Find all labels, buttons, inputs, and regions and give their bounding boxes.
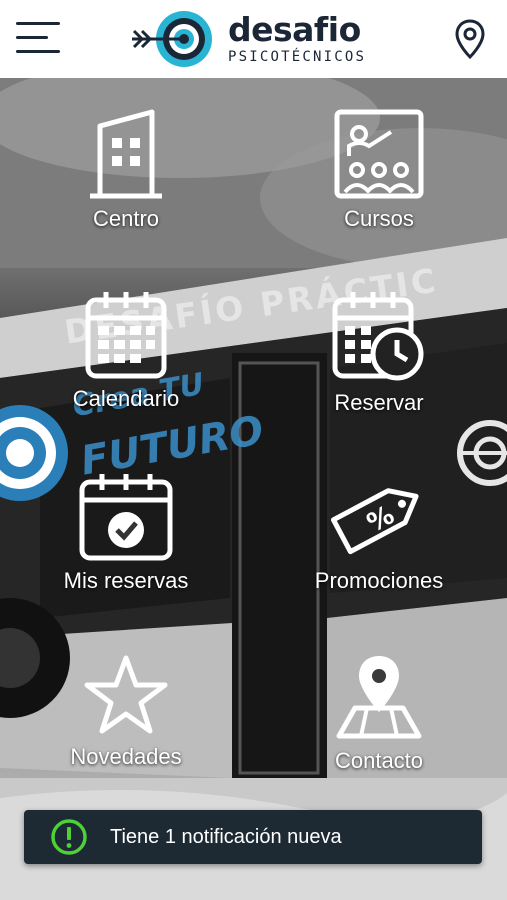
tile-promociones[interactable]: % Promociones xyxy=(279,470,479,594)
tile-calendario[interactable]: Calendario xyxy=(26,288,226,412)
notification-text: Tiene 1 notificación nueva xyxy=(110,825,342,848)
tile-label: Contacto xyxy=(334,748,424,773)
map-pin-icon xyxy=(336,656,422,739)
calendar-clock-icon xyxy=(332,292,424,381)
brand-logo: desafio PSICOTÉCNICOS xyxy=(128,8,366,70)
logo-subtitle: PSICOTÉCNICOS xyxy=(228,49,367,65)
tile-label: Reservar xyxy=(334,390,424,415)
star-icon xyxy=(84,655,168,734)
tile-label: Centro xyxy=(92,206,160,231)
tile-label: Calendario xyxy=(72,386,180,411)
tile-label: Cursos xyxy=(344,206,414,231)
svg-text:%: % xyxy=(362,500,399,539)
target-arrow-logo-icon xyxy=(132,11,212,67)
discount-tag-icon: % xyxy=(330,488,419,555)
tile-mis-reservas[interactable]: Mis reservas xyxy=(26,470,226,594)
tile-label: Mis reservas xyxy=(63,568,189,593)
tile-label: Novedades xyxy=(70,744,182,769)
app-header: desafio PSICOTÉCNICOS xyxy=(0,0,507,78)
building-icon xyxy=(90,109,162,199)
classroom-icon xyxy=(334,109,424,199)
tile-reservar[interactable]: Reservar xyxy=(279,288,479,416)
tile-contacto[interactable]: Contacto xyxy=(279,652,479,774)
tile-centro[interactable]: Centro xyxy=(26,108,226,232)
calendar-icon xyxy=(85,292,167,379)
tile-novedades[interactable]: Novedades xyxy=(26,652,226,770)
logo-wordmark: desafio xyxy=(228,10,361,49)
alert-circle-icon xyxy=(51,819,87,855)
tile-cursos[interactable]: Cursos xyxy=(279,108,479,232)
calendar-check-icon xyxy=(79,474,173,561)
tile-label: Promociones xyxy=(314,568,444,593)
hamburger-menu-icon[interactable] xyxy=(14,18,64,58)
location-pin-icon[interactable] xyxy=(452,18,488,60)
notification-toast[interactable]: Tiene 1 notificación nueva xyxy=(24,810,482,864)
